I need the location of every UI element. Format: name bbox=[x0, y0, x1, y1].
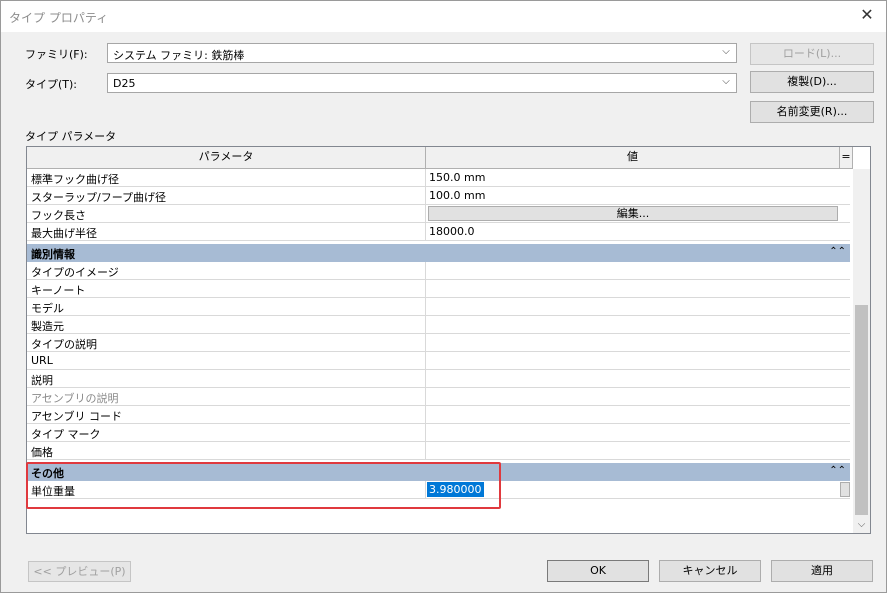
collapse-icon[interactable]: ⌃⌃ bbox=[829, 246, 846, 257]
param-name: URL bbox=[31, 354, 53, 367]
type-value: D25 bbox=[113, 77, 136, 90]
title-bar: タイプ プロパティ ✕ bbox=[1, 1, 886, 32]
param-row[interactable]: スターラップ/フープ曲げ径 100.0 mm bbox=[27, 187, 850, 205]
param-row[interactable]: 製造元 bbox=[27, 316, 850, 334]
close-icon[interactable]: ✕ bbox=[858, 6, 876, 24]
type-properties-dialog: タイプ プロパティ ✕ ファミリ(F): システム ファミリ: 鉄筋棒 ⌵ ロー… bbox=[0, 0, 887, 593]
annotation-highlight-box bbox=[26, 462, 501, 509]
group-title: 識別情報 bbox=[31, 248, 75, 261]
edit-hook-length-button[interactable]: 編集... bbox=[428, 206, 838, 221]
param-row[interactable]: タイプのイメージ bbox=[27, 262, 850, 280]
param-row[interactable]: URL bbox=[27, 352, 850, 370]
column-header-value[interactable]: 値 bbox=[426, 147, 840, 169]
param-value[interactable]: 150.0 mm bbox=[429, 171, 485, 184]
preview-button[interactable]: << プレビュー(P) bbox=[28, 561, 131, 582]
column-header-formula[interactable]: = bbox=[840, 147, 853, 169]
param-name: キーノート bbox=[31, 284, 86, 297]
group-header-identity[interactable]: 識別情報 ⌃⌃ bbox=[27, 244, 850, 262]
family-label: ファミリ(F): bbox=[25, 48, 88, 61]
type-dropdown[interactable]: D25 ⌵ bbox=[107, 73, 737, 93]
vertical-scrollbar[interactable]: ⌵ bbox=[853, 169, 870, 533]
family-value: システム ファミリ: 鉄筋棒 bbox=[113, 49, 245, 62]
chevron-down-icon: ⌵ bbox=[722, 76, 730, 87]
param-row[interactable]: アセンブリ コード bbox=[27, 406, 850, 424]
family-dropdown[interactable]: システム ファミリ: 鉄筋棒 ⌵ bbox=[107, 43, 737, 63]
load-button[interactable]: ロード(L)... bbox=[750, 43, 874, 65]
param-name: アセンブリの説明 bbox=[31, 392, 119, 405]
param-name: 最大曲げ半径 bbox=[31, 227, 97, 240]
param-name: タイプのイメージ bbox=[31, 266, 119, 279]
scrollbar-thumb[interactable] bbox=[855, 305, 868, 515]
param-name: フック長さ bbox=[31, 209, 86, 222]
row-action-button[interactable] bbox=[840, 482, 850, 497]
param-name: 標準フック曲げ径 bbox=[31, 173, 119, 186]
chevron-down-icon: ⌵ bbox=[722, 46, 730, 57]
param-name: タイプの説明 bbox=[31, 338, 97, 351]
param-name: 説明 bbox=[31, 374, 53, 387]
param-name: 製造元 bbox=[31, 320, 64, 333]
window-title: タイプ プロパティ bbox=[9, 11, 109, 25]
param-row[interactable]: フック長さ 編集... bbox=[27, 205, 850, 223]
type-label: タイプ(T): bbox=[25, 78, 78, 91]
param-name: アセンブリ コード bbox=[31, 410, 122, 423]
ok-button[interactable]: OK bbox=[547, 560, 649, 582]
cancel-button[interactable]: キャンセル bbox=[659, 560, 761, 582]
param-value[interactable]: 18000.0 bbox=[429, 225, 475, 238]
param-row[interactable]: タイプ マーク bbox=[27, 424, 850, 442]
param-row: アセンブリの説明 bbox=[27, 388, 850, 406]
param-row[interactable]: タイプの説明 bbox=[27, 334, 850, 352]
scroll-down-icon[interactable]: ⌵ bbox=[853, 516, 870, 533]
param-row[interactable]: モデル bbox=[27, 298, 850, 316]
collapse-icon[interactable]: ⌃⌃ bbox=[829, 465, 846, 476]
param-name: 価格 bbox=[31, 446, 53, 459]
type-parameters-label: タイプ パラメータ bbox=[25, 130, 117, 143]
param-row[interactable]: 最大曲げ半径 18000.0 bbox=[27, 223, 850, 241]
apply-button[interactable]: 適用 bbox=[771, 560, 873, 582]
rename-button[interactable]: 名前変更(R)... bbox=[750, 101, 874, 123]
duplicate-button[interactable]: 複製(D)... bbox=[750, 71, 874, 93]
param-row[interactable]: 説明 bbox=[27, 370, 850, 388]
param-row[interactable]: 標準フック曲げ径 150.0 mm bbox=[27, 169, 850, 187]
column-header-parameter[interactable]: パラメータ bbox=[27, 147, 426, 169]
param-row[interactable]: キーノート bbox=[27, 280, 850, 298]
param-name: モデル bbox=[31, 302, 64, 315]
param-name: スターラップ/フープ曲げ径 bbox=[31, 191, 167, 204]
param-name: タイプ マーク bbox=[31, 428, 101, 441]
param-value[interactable]: 100.0 mm bbox=[429, 189, 485, 202]
param-row[interactable]: 価格 bbox=[27, 442, 850, 460]
